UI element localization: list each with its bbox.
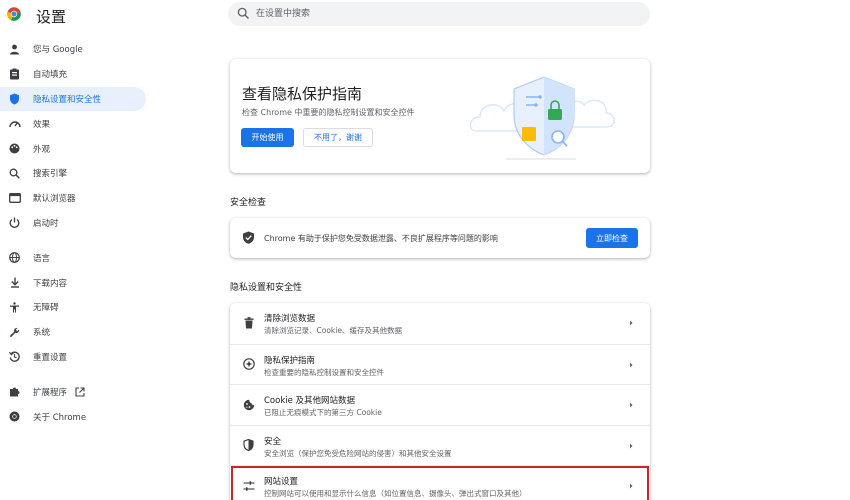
power-icon xyxy=(8,216,21,229)
open-in-new-icon xyxy=(75,387,85,397)
chevron-right-icon xyxy=(630,402,633,408)
sidebar-item-default-browser[interactable]: 默认浏览器 xyxy=(0,186,146,211)
sidebar-item-label: 系统 xyxy=(33,328,51,339)
chrome-logo-icon xyxy=(7,7,21,21)
globe-icon xyxy=(8,251,21,264)
sidebar-item-search-engine[interactable]: 搜索引擎 xyxy=(0,161,146,186)
sidebar-item-about-chrome[interactable]: 关于 Chrome xyxy=(0,404,146,429)
sidebar-divider xyxy=(0,369,150,379)
palette-icon xyxy=(8,142,21,155)
tune-icon xyxy=(242,479,255,492)
person-icon xyxy=(8,43,21,56)
download-icon xyxy=(8,276,21,289)
check-now-button[interactable]: 立即检查 xyxy=(586,228,638,248)
history-icon xyxy=(8,350,21,363)
list-item-subtitle: 安全浏览（保护您免受危险网站的侵害）和其他安全设置 xyxy=(264,448,452,458)
promo-description: 检查 Chrome 中重要的隐私控制设置和安全控件 xyxy=(242,108,415,117)
list-item-title: 隐私保护指南 xyxy=(264,355,316,366)
safety-check-card: Chrome 有助于保护您免受数据泄露、不良扩展程序等问题的影响 立即检查 xyxy=(230,218,650,258)
wrench-icon xyxy=(8,326,21,339)
chevron-right-icon xyxy=(630,443,633,448)
list-item-site-settings[interactable]: 网站设置 控制网站可以使用和显示什么信息（如位置信息、摄像头、弹出式窗口及其他） xyxy=(230,465,650,500)
sidebar-item-extensions[interactable]: 扩展程序 xyxy=(0,379,146,404)
sidebar-item-label: 无障碍 xyxy=(33,303,59,314)
list-item-cookies[interactable]: Cookie 及其他网站数据 已阻止无痕模式下的第三方 Cookie xyxy=(230,384,650,425)
list-item-title: 清除浏览数据 xyxy=(264,314,316,324)
privacy-settings-list: 清除浏览数据 清除浏览记录、Cookie、缓存及其他数据 隐私保护指南 检查重要… xyxy=(230,303,650,500)
safety-check-section-title: 安全检查 xyxy=(230,198,267,208)
search-input[interactable] xyxy=(256,4,636,24)
shield-icon xyxy=(8,92,21,105)
list-item-privacy-guide[interactable]: 隐私保护指南 检查重要的隐私控制设置和安全控件 xyxy=(230,343,650,385)
start-button[interactable]: 开始使用 xyxy=(241,128,294,147)
clipboard-icon xyxy=(8,68,21,81)
sidebar-item-label: 隐私设置和安全性 xyxy=(33,94,102,105)
sidebar-item-label: 重置设置 xyxy=(33,352,68,363)
sidebar-item-label: 搜索引擎 xyxy=(33,169,68,180)
sidebar-item-label: 自动填充 xyxy=(33,70,68,81)
search-icon xyxy=(237,7,249,19)
list-item-title: Cookie 及其他网站数据 xyxy=(264,396,356,406)
trash-icon xyxy=(242,316,255,329)
list-item-title: 网站设置 xyxy=(264,477,299,487)
accessibility-icon xyxy=(8,301,21,314)
sidebar-item-performance[interactable]: 效果 xyxy=(0,111,146,136)
shield-check-icon xyxy=(243,231,254,244)
list-item-subtitle: 清除浏览记录、Cookie、缓存及其他数据 xyxy=(264,326,402,335)
page-title: 设置 xyxy=(36,8,67,26)
sidebar-item-label: 默认浏览器 xyxy=(33,194,76,205)
cookie-icon xyxy=(242,398,255,411)
chrome-icon xyxy=(8,410,21,423)
shield-icon xyxy=(242,439,255,452)
list-item-subtitle: 控制网站可以使用和显示什么信息（如位置信息、摄像头、弹出式窗口及其他） xyxy=(264,489,527,498)
privacy-guide-illustration xyxy=(469,76,615,160)
list-item-clear-browsing-data[interactable]: 清除浏览数据 清除浏览记录、Cookie、缓存及其他数据 xyxy=(230,303,650,344)
privacy-section-title: 隐私设置和安全性 xyxy=(230,283,303,293)
sidebar-item-system[interactable]: 系统 xyxy=(0,320,146,345)
browser-icon xyxy=(8,192,21,205)
sidebar-item-label: 外观 xyxy=(33,144,51,155)
main-content: 查看隐私保护指南 检查 Chrome 中重要的隐私控制设置和安全控件 开始使用 … xyxy=(230,59,650,500)
sidebar-item-label: 启动时 xyxy=(33,218,59,229)
chevron-right-icon xyxy=(630,483,633,489)
search-icon xyxy=(8,167,21,180)
compass-icon xyxy=(242,358,255,371)
sidebar-item-label: 扩展程序 xyxy=(33,387,68,398)
speedometer-icon xyxy=(8,117,21,130)
privacy-guide-promo-card: 查看隐私保护指南 检查 Chrome 中重要的隐私控制设置和安全控件 开始使用 … xyxy=(230,59,650,173)
puzzle-icon xyxy=(8,385,21,398)
dismiss-button[interactable]: 不用了，谢谢 xyxy=(303,128,373,147)
promo-title: 查看隐私保护指南 xyxy=(242,85,363,103)
sidebar-divider xyxy=(0,235,150,245)
sidebar-item-label: 关于 Chrome xyxy=(33,412,87,423)
list-item-subtitle: 已阻止无痕模式下的第三方 Cookie xyxy=(264,408,382,417)
sidebar-item-on-startup[interactable]: 启动时 xyxy=(0,211,146,236)
sidebar-item-accessibility[interactable]: 无障碍 xyxy=(0,295,146,320)
list-item-title: 安全 xyxy=(264,436,282,447)
top-bar: 设置 xyxy=(0,0,850,30)
sidebar-item-appearance[interactable]: 外观 xyxy=(0,136,146,161)
sidebar-item-autofill[interactable]: 自动填充 xyxy=(0,62,146,87)
safety-check-text: Chrome 有助于保护您免受数据泄露、不良扩展程序等问题的影响 xyxy=(264,234,498,243)
sidebar-item-label: 语言 xyxy=(33,253,51,264)
sidebar-item-reset-settings[interactable]: 重置设置 xyxy=(0,345,146,370)
sidebar-item-label: 下载内容 xyxy=(33,278,68,289)
search-box[interactable] xyxy=(228,2,650,26)
sidebar-item-label: 效果 xyxy=(33,119,51,130)
sidebar-item-privacy-security[interactable]: 隐私设置和安全性 xyxy=(0,86,146,112)
sidebar-item-label: 您与 Google xyxy=(33,45,83,56)
chevron-right-icon xyxy=(630,320,633,326)
chevron-right-icon xyxy=(630,362,633,367)
sidebar-item-downloads[interactable]: 下载内容 xyxy=(0,270,146,295)
sidebar-item-languages[interactable]: 语言 xyxy=(0,245,146,270)
list-item-security[interactable]: 安全 安全浏览（保护您免受危险网站的侵害）和其他安全设置 xyxy=(230,424,650,466)
sidebar-item-you-and-google[interactable]: 您与 Google xyxy=(0,37,146,62)
list-item-subtitle: 检查重要的隐私控制设置和安全控件 xyxy=(264,367,384,377)
sidebar: 您与 Google 自动填充 隐私设置和安全性 效果 外观 搜索引擎 默认浏览器… xyxy=(0,37,150,429)
